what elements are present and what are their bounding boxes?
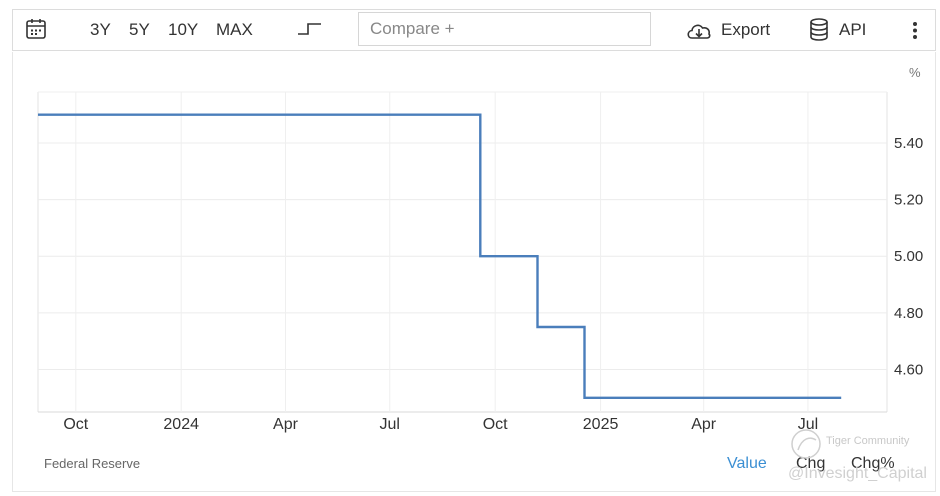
value-tab[interactable]: Value (727, 455, 767, 473)
change-tab[interactable]: Chg (796, 455, 825, 473)
x-tick-label: Oct (63, 416, 88, 433)
x-tick-label: Apr (273, 416, 299, 433)
y-axis: 4.60 4.80 5.00 5.20 5.40% (894, 65, 923, 379)
y-tick-label: 5.40 (894, 135, 923, 152)
x-tick-label: Oct (483, 416, 508, 433)
y-tick-label: 5.00 (894, 248, 923, 265)
y-unit-label: % (909, 65, 921, 80)
x-tick-label: Jul (798, 416, 818, 433)
x-tick-label: 2025 (583, 416, 619, 433)
y-tick-label: 4.80 (894, 305, 923, 322)
change-percent-tab[interactable]: Chg% (851, 455, 895, 473)
x-tick-label: Jul (380, 416, 400, 433)
x-axis: Oct 2024 Apr Jul Oct 2025 Apr Jul (63, 416, 818, 433)
x-tick-label: 2024 (163, 416, 199, 433)
y-tick-label: 5.20 (894, 192, 923, 209)
rate-chart: Oct 2024 Apr Jul Oct 2025 Apr Jul 4.60 4.80 5.00 5… (37, 65, 923, 433)
chart-grid (37, 91, 888, 413)
y-tick-label: 4.60 (894, 362, 923, 379)
source-label: Federal Reserve (44, 456, 141, 471)
x-tick-label: Apr (691, 416, 717, 433)
